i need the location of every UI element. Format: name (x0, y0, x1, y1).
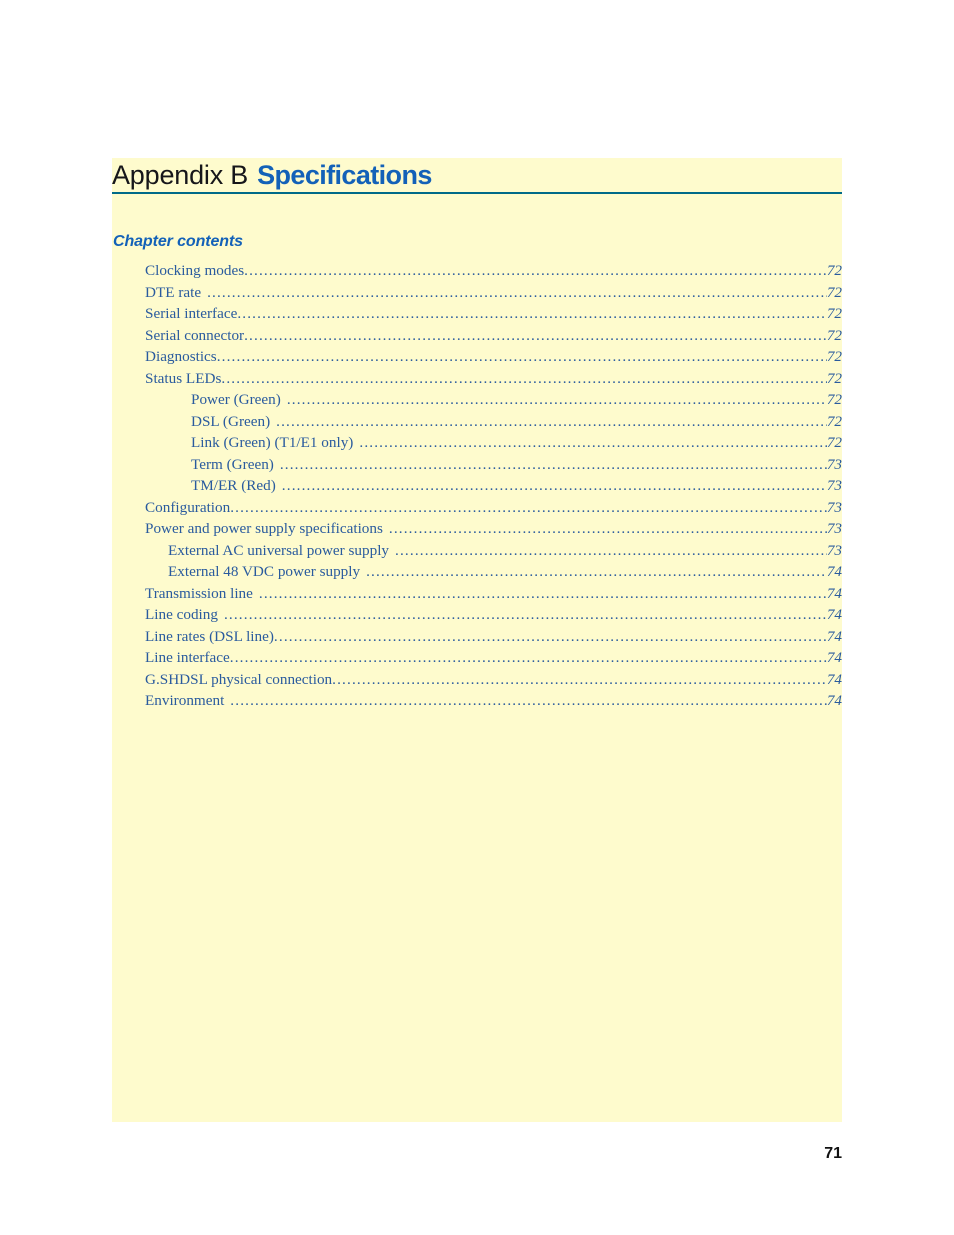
toc-entry-page-number: 73 (826, 520, 842, 537)
toc-entry[interactable]: Term (Green) 73 (112, 456, 842, 478)
toc-entry[interactable]: DTE rate 72 (112, 284, 842, 306)
toc-entry-label: Power (Green) (191, 391, 281, 408)
toc-entry-label: G.SHDSL physical connection (145, 670, 333, 688)
toc-entry-label: External AC universal power supply (168, 541, 390, 559)
toc-dot-leader (259, 585, 827, 600)
toc-entry-page-number: 74 (826, 627, 842, 645)
page-number: 71 (824, 1145, 842, 1162)
toc-dot-leader (244, 262, 827, 277)
toc-entry-label: Line interface (145, 649, 230, 666)
toc-entry-page-number: 72 (826, 434, 842, 451)
toc-entry[interactable]: Environment 74 (112, 692, 842, 714)
toc-entry[interactable]: Configuration 73 (112, 499, 842, 521)
toc-entry-label: Status LEDs (145, 369, 222, 387)
toc-entry-page-number: 72 (826, 412, 842, 430)
appendix-name: Specifications (257, 160, 432, 190)
toc-entry-label: Line rates (DSL line) (145, 627, 274, 645)
toc-entry[interactable]: Serial interface 72 (112, 305, 842, 327)
toc-entry-page-number: 74 (826, 649, 842, 666)
toc-entry-label: Term (Green) (191, 455, 274, 473)
toc-entry[interactable]: Diagnostics 72 (112, 348, 842, 370)
toc-entry[interactable]: Line coding 74 (112, 606, 842, 628)
toc-dot-leader (217, 348, 827, 363)
toc-entry-label: Environment (145, 692, 225, 709)
toc-dot-leader (332, 671, 827, 686)
toc-dot-leader (207, 284, 827, 299)
toc-entry-page-number: 73 (826, 541, 842, 559)
appendix-title: Appendix B Specifications (112, 158, 842, 192)
toc-entry-page-number: 73 (826, 477, 842, 494)
toc-entry[interactable]: Line interface 74 (112, 649, 842, 671)
toc-dot-leader (276, 413, 827, 428)
toc-entry[interactable]: Link (Green) (T1/E1 only) 72 (112, 434, 842, 456)
toc-dot-leader (287, 391, 827, 406)
toc-entry-page-number: 74 (826, 606, 842, 623)
toc-dot-leader (230, 649, 827, 664)
toc-entry[interactable]: TM/ER (Red) 73 (112, 477, 842, 499)
toc-entry-label: Configuration (145, 498, 231, 516)
toc-dot-leader (366, 563, 827, 578)
toc-entry-label: Transmission line (145, 584, 253, 602)
appendix-label: Appendix B (112, 160, 249, 190)
toc-entry-page-number: 72 (826, 262, 842, 279)
toc-entry[interactable]: G.SHDSL physical connection 74 (112, 671, 842, 693)
page-content-block: Appendix B Specifications Chapter content… (112, 158, 842, 1122)
toc-dot-leader (230, 499, 827, 514)
toc-entry[interactable]: External 48 VDC power supply 74 (112, 563, 842, 585)
toc-entry-page-number: 73 (826, 498, 842, 516)
toc-dot-leader (389, 520, 827, 535)
toc-entry-page-number: 74 (826, 692, 842, 709)
toc-entry-label: Power and power supply specifications (145, 520, 383, 537)
title-rule-divider (112, 192, 842, 194)
toc-entry-label: Clocking modes (145, 262, 245, 279)
toc-entry-label: DSL (Green) (191, 412, 271, 430)
toc-entry-page-number: 72 (826, 369, 842, 387)
toc-entry[interactable]: Serial connector 72 (112, 327, 842, 349)
toc-entry[interactable]: Power (Green) 72 (112, 391, 842, 413)
toc-entry-page-number: 72 (826, 283, 842, 301)
toc-dot-leader (282, 477, 827, 492)
toc-entry-label: Line coding (145, 606, 218, 623)
toc-entry[interactable]: External AC universal power supply 73 (112, 542, 842, 564)
toc-dot-leader (237, 305, 826, 320)
toc-entry-page-number: 72 (826, 348, 842, 365)
toc-entry-label: Link (Green) (T1/E1 only) (191, 434, 354, 451)
toc-entry-page-number: 72 (826, 305, 842, 322)
table-of-contents: Clocking modes72DTE rate72Serial interfa… (112, 262, 842, 714)
toc-entry[interactable]: Transmission line 74 (112, 585, 842, 607)
toc-entry-page-number: 73 (826, 455, 842, 473)
toc-dot-leader (274, 628, 827, 643)
toc-entry-label: Diagnostics (145, 348, 217, 365)
toc-dot-leader (395, 542, 827, 557)
toc-entry-page-number: 72 (826, 391, 842, 408)
chapter-contents-heading: Chapter contents (113, 233, 243, 250)
toc-entry-label: TM/ER (Red) (191, 477, 276, 494)
toc-entry-page-number: 72 (826, 326, 842, 344)
toc-dot-leader (359, 434, 826, 449)
toc-dot-leader (280, 456, 827, 471)
toc-dot-leader (230, 692, 827, 707)
toc-entry[interactable]: Status LEDs 72 (112, 370, 842, 392)
toc-entry-label: External 48 VDC power supply (168, 563, 361, 580)
toc-dot-leader (224, 606, 827, 621)
toc-entry-page-number: 74 (826, 670, 842, 688)
toc-dot-leader (221, 370, 826, 385)
toc-entry-label: Serial connector (145, 326, 245, 344)
toc-dot-leader (244, 327, 827, 342)
toc-entry[interactable]: Clocking modes 72 (112, 262, 842, 284)
toc-entry[interactable]: Power and power supply specifications 73 (112, 520, 842, 542)
toc-entry-label: DTE rate (145, 283, 202, 301)
toc-entry-page-number: 74 (826, 584, 842, 602)
toc-entry[interactable]: DSL (Green) 72 (112, 413, 842, 435)
toc-entry-page-number: 74 (826, 563, 842, 580)
toc-entry[interactable]: Line rates (DSL line) 74 (112, 628, 842, 650)
toc-entry-label: Serial interface (145, 305, 238, 322)
